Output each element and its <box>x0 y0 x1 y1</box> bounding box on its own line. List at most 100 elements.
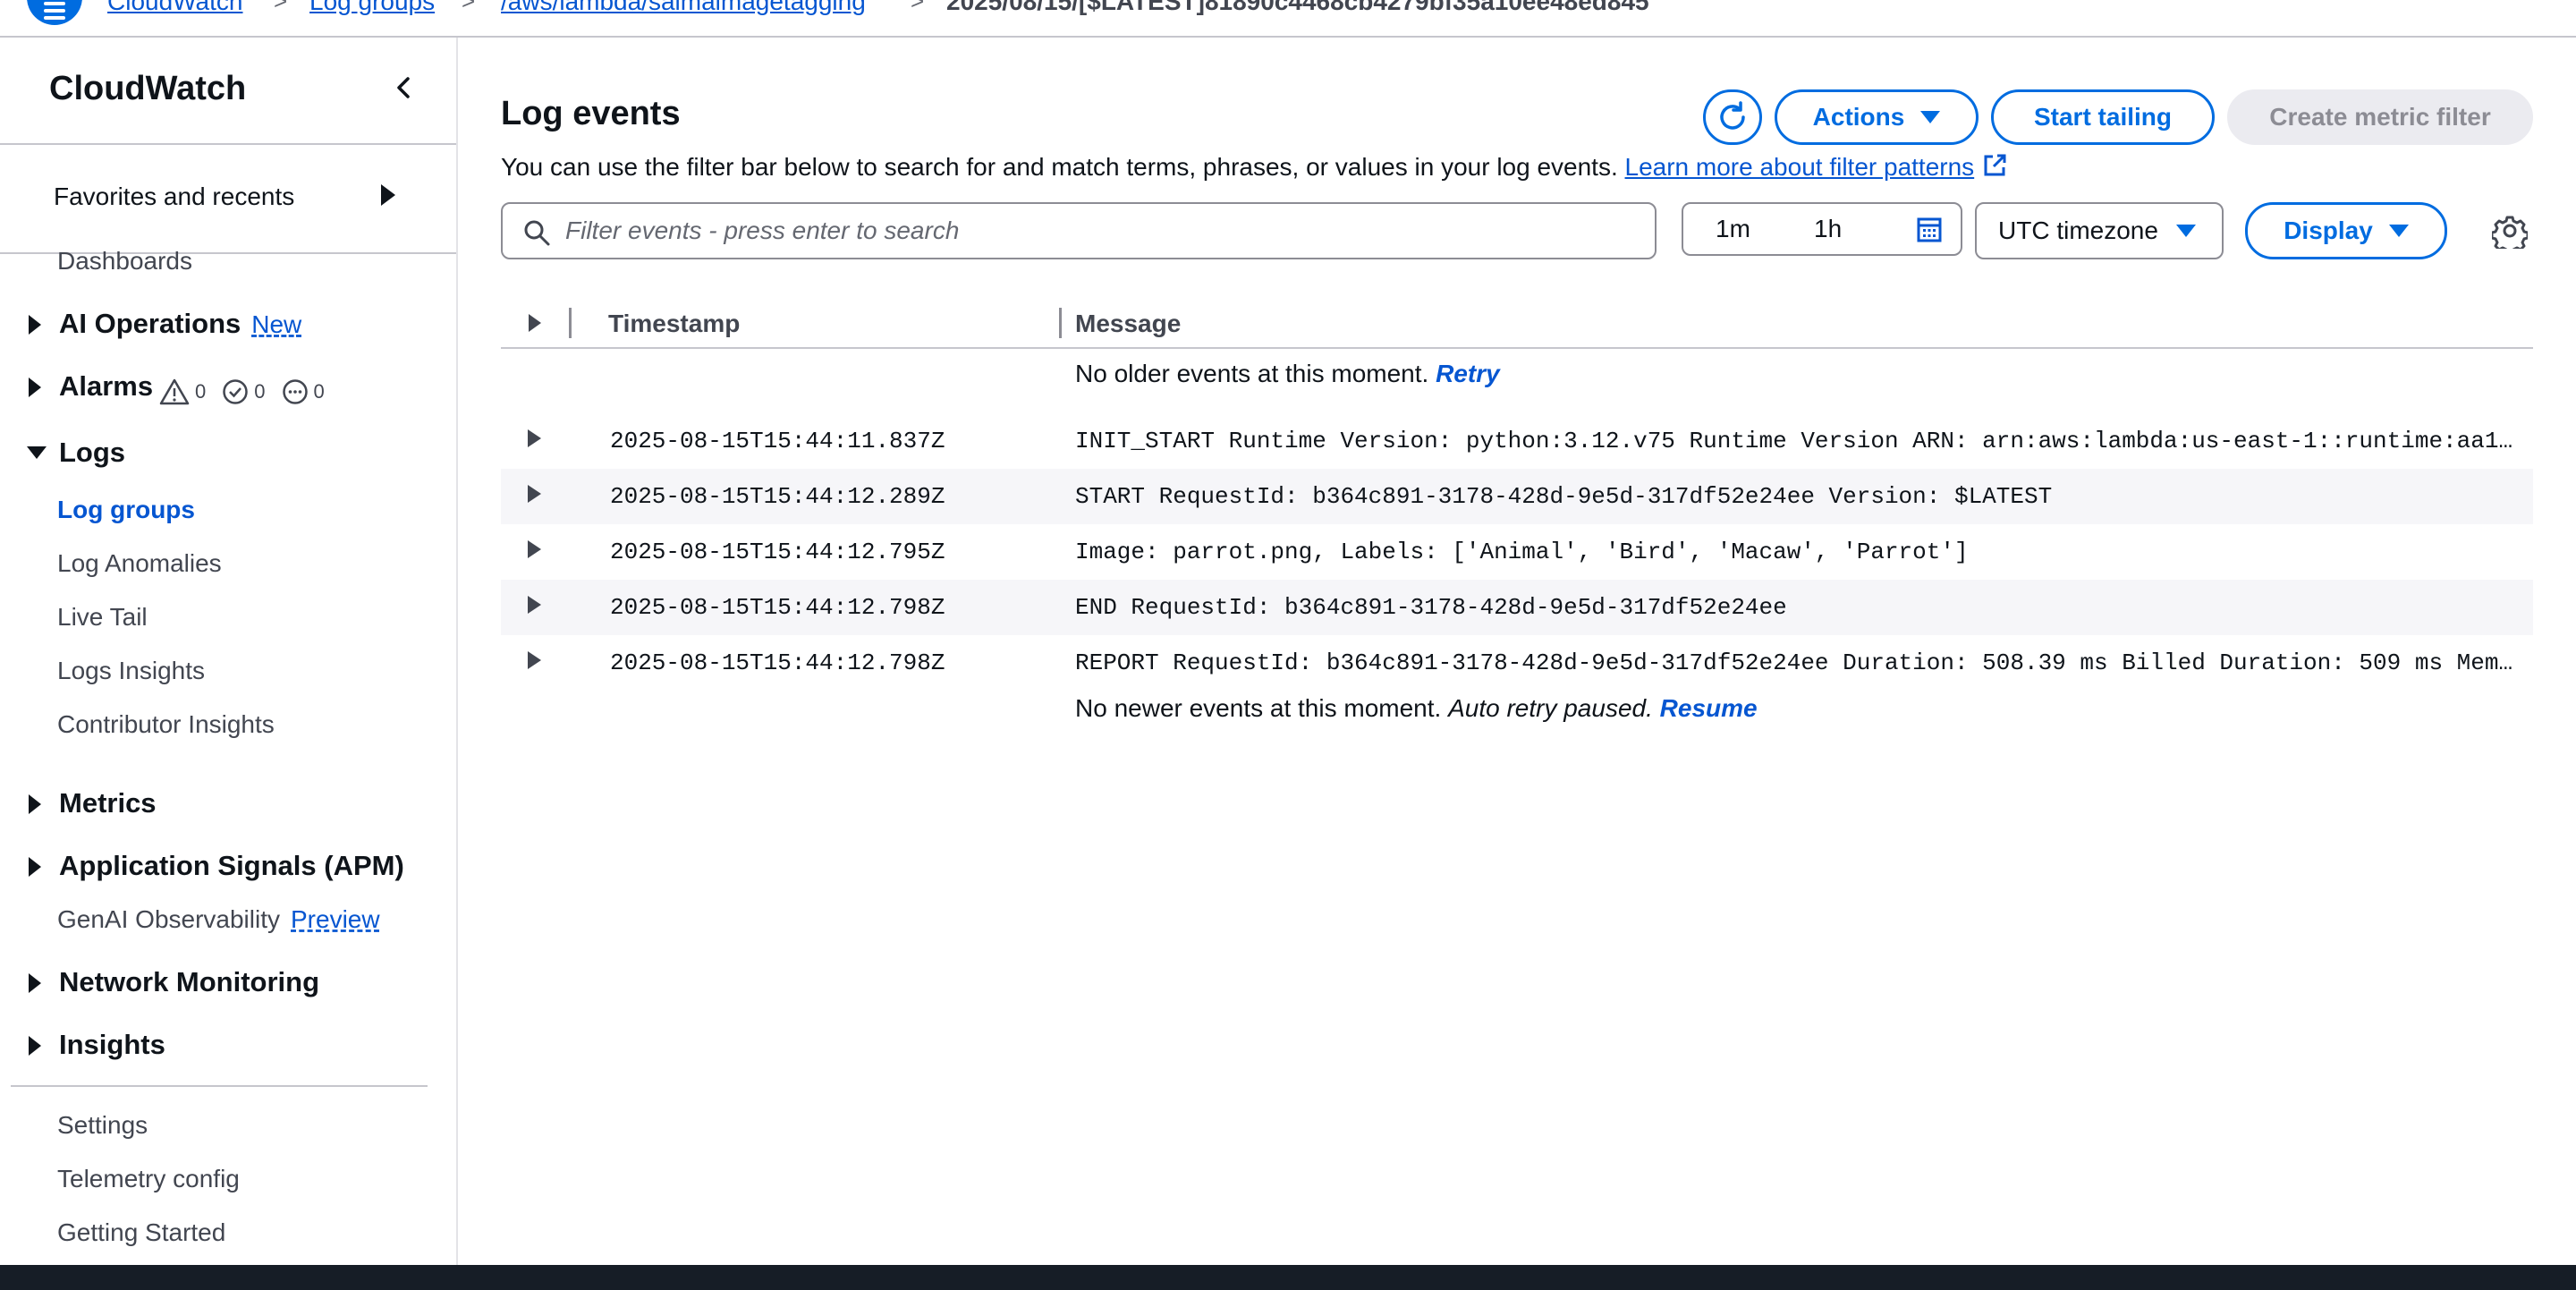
search-input[interactable] <box>565 213 1639 249</box>
sidebar-section-logs[interactable]: Logs <box>59 437 125 469</box>
sidebar-item-contributor-insights[interactable]: Contributor Insights <box>57 710 275 739</box>
caret-right-icon[interactable] <box>27 973 43 993</box>
caret-right-icon[interactable] <box>27 315 43 335</box>
sidebar-section-insights[interactable]: Insights <box>59 1029 165 1061</box>
breadcrumb-separator: > <box>274 0 288 14</box>
breadcrumb-log-group[interactable]: /aws/lambda/salmaimagetagging <box>501 0 866 16</box>
expand-row-icon[interactable] <box>528 596 541 614</box>
expand-row-icon[interactable] <box>528 540 541 558</box>
column-separator[interactable] <box>569 308 572 338</box>
caret-right-icon[interactable] <box>27 794 43 814</box>
time-range-selector: 1m 1h <box>1682 202 1962 256</box>
calendar-icon[interactable] <box>1916 216 1943 243</box>
caret-down-icon <box>2388 225 2409 237</box>
sidebar-item-logs-insights[interactable]: Logs Insights <box>57 657 205 685</box>
sidebar-section-application-signals[interactable]: Application Signals (APM) <box>59 850 404 882</box>
column-separator[interactable] <box>1059 308 1062 338</box>
sidebar-item-log-anomalies[interactable]: Log Anomalies <box>57 549 222 578</box>
caret-down-icon[interactable] <box>27 445 47 461</box>
alarm-ok[interactable]: 0 <box>222 378 266 405</box>
sidebar-section-network-monitoring[interactable]: Network Monitoring <box>59 966 319 998</box>
favorites-and-recents[interactable]: Favorites and recents <box>0 143 456 254</box>
warning-icon <box>159 378 190 405</box>
table-row[interactable]: 2025-08-15T15:44:12.289Z START RequestId… <box>501 469 2533 524</box>
description-text: You can use the filter bar below to sear… <box>501 153 1618 181</box>
no-newer-text: No newer events at this moment. <box>1075 694 1442 722</box>
row-message: INIT_START Runtime Version: python:3.12.… <box>1075 428 2515 454</box>
filter-events-search[interactable] <box>501 202 1657 259</box>
description: You can use the filter bar below to sear… <box>501 152 2008 182</box>
sidebar-item-log-groups[interactable]: Log groups <box>57 496 195 524</box>
timezone-label: UTC timezone <box>1998 216 2158 244</box>
preview-badge[interactable]: Preview <box>291 905 380 933</box>
breadcrumb-separator: > <box>462 0 476 14</box>
breadcrumb-log-groups[interactable]: Log groups <box>309 0 435 16</box>
sidebar-section-metrics[interactable]: Metrics <box>59 787 157 819</box>
learn-more-link[interactable]: Learn more about filter patterns <box>1625 153 1975 181</box>
main-content: Log events Actions Start tailing Create … <box>458 38 2576 1265</box>
sidebar-item-getting-started[interactable]: Getting Started <box>57 1218 225 1247</box>
sidebar-item-settings[interactable]: Settings <box>57 1111 148 1140</box>
no-newer-events: No newer events at this moment. Auto ret… <box>1075 694 1758 723</box>
refresh-icon <box>1720 101 1745 130</box>
expand-row-icon[interactable] <box>528 429 541 447</box>
refresh-button[interactable] <box>1703 89 1762 145</box>
row-timestamp: 2025-08-15T15:44:12.289Z <box>610 483 945 510</box>
range-1h[interactable]: 1h <box>1814 215 1842 243</box>
expand-row-icon[interactable] <box>528 485 541 503</box>
expand-row-icon[interactable] <box>528 651 541 669</box>
sidebar-divider <box>11 1085 428 1087</box>
display-button[interactable]: Display <box>2245 202 2447 259</box>
row-timestamp: 2025-08-15T15:44:12.798Z <box>610 649 945 676</box>
gear-icon[interactable] <box>2492 213 2528 249</box>
caret-right-icon <box>381 184 395 206</box>
sidebar-section-ai-operations[interactable]: AI Operations New <box>59 308 301 340</box>
caret-down-icon <box>2175 225 2196 237</box>
caret-right-icon[interactable] <box>27 1036 43 1056</box>
row-timestamp: 2025-08-15T15:44:12.798Z <box>610 594 945 621</box>
alarm-status-counts: 0 0 0 <box>159 376 334 408</box>
start-tailing-button[interactable]: Start tailing <box>1991 89 2215 145</box>
table-row[interactable]: 2025-08-15T15:44:11.837Z INIT_START Runt… <box>501 413 2533 469</box>
column-message[interactable]: Message <box>1075 310 1181 338</box>
caret-right-icon[interactable] <box>528 313 542 333</box>
alarm-in-alarm[interactable]: 0 <box>159 378 206 405</box>
timezone-select[interactable]: UTC timezone <box>1975 202 2224 259</box>
menu-icon[interactable] <box>27 0 82 25</box>
actions-button[interactable]: Actions <box>1775 89 1979 145</box>
sidebar-item-telemetry-config[interactable]: Telemetry config <box>57 1165 240 1193</box>
sidebar-section-alarms[interactable]: Alarms <box>59 370 153 403</box>
row-message: REPORT RequestId: b364c891-3178-428d-9e5… <box>1075 649 2515 676</box>
breadcrumb-cloudwatch[interactable]: CloudWatch <box>107 0 242 16</box>
page-title: Log events <box>501 95 681 132</box>
row-message: START RequestId: b364c891-3178-428d-9e5d… <box>1075 483 2053 510</box>
range-1m[interactable]: 1m <box>1716 215 1750 243</box>
row-timestamp: 2025-08-15T15:44:12.795Z <box>610 539 945 565</box>
top-breadcrumb-bar: CloudWatch > Log groups > /aws/lambda/sa… <box>0 0 2576 38</box>
sidebar-item-genai-observability[interactable]: GenAI Observability Preview <box>57 905 380 934</box>
sidebar-item-live-tail[interactable]: Live Tail <box>57 603 148 632</box>
table-row[interactable]: 2025-08-15T15:44:12.795Z Image: parrot.p… <box>501 524 2533 580</box>
column-timestamp[interactable]: Timestamp <box>608 310 740 338</box>
chevron-left-icon[interactable] <box>390 73 419 102</box>
row-message: END RequestId: b364c891-3178-428d-9e5d-3… <box>1075 594 1787 621</box>
breadcrumb-separator: > <box>911 0 925 14</box>
sidebar-item-dashboards[interactable]: Dashboards <box>57 247 192 276</box>
resume-link[interactable]: Resume <box>1660 694 1758 722</box>
check-circle-icon <box>223 379 248 404</box>
sidebar: CloudWatch Favorites and recents Dashboa… <box>0 38 458 1265</box>
log-events-table-header: Timestamp Message <box>501 297 2533 349</box>
caret-down-icon <box>1920 111 1941 123</box>
table-row[interactable]: 2025-08-15T15:44:12.798Z END RequestId: … <box>501 580 2533 635</box>
external-link-icon[interactable] <box>1981 152 2008 179</box>
table-row[interactable]: 2025-08-15T15:44:12.798Z REPORT RequestI… <box>501 635 2533 691</box>
alarm-count: 0 <box>195 380 207 403</box>
caret-right-icon[interactable] <box>27 857 43 877</box>
alarm-insufficient[interactable]: 0 <box>282 378 325 405</box>
new-badge[interactable]: New <box>251 310 301 338</box>
actions-label: Actions <box>1812 103 1905 131</box>
row-message: Image: parrot.png, Labels: ['Animal', 'B… <box>1075 539 1969 565</box>
create-metric-filter-button[interactable]: Create metric filter <box>2227 89 2533 145</box>
caret-right-icon[interactable] <box>27 378 43 397</box>
retry-link[interactable]: Retry <box>1436 360 1500 387</box>
